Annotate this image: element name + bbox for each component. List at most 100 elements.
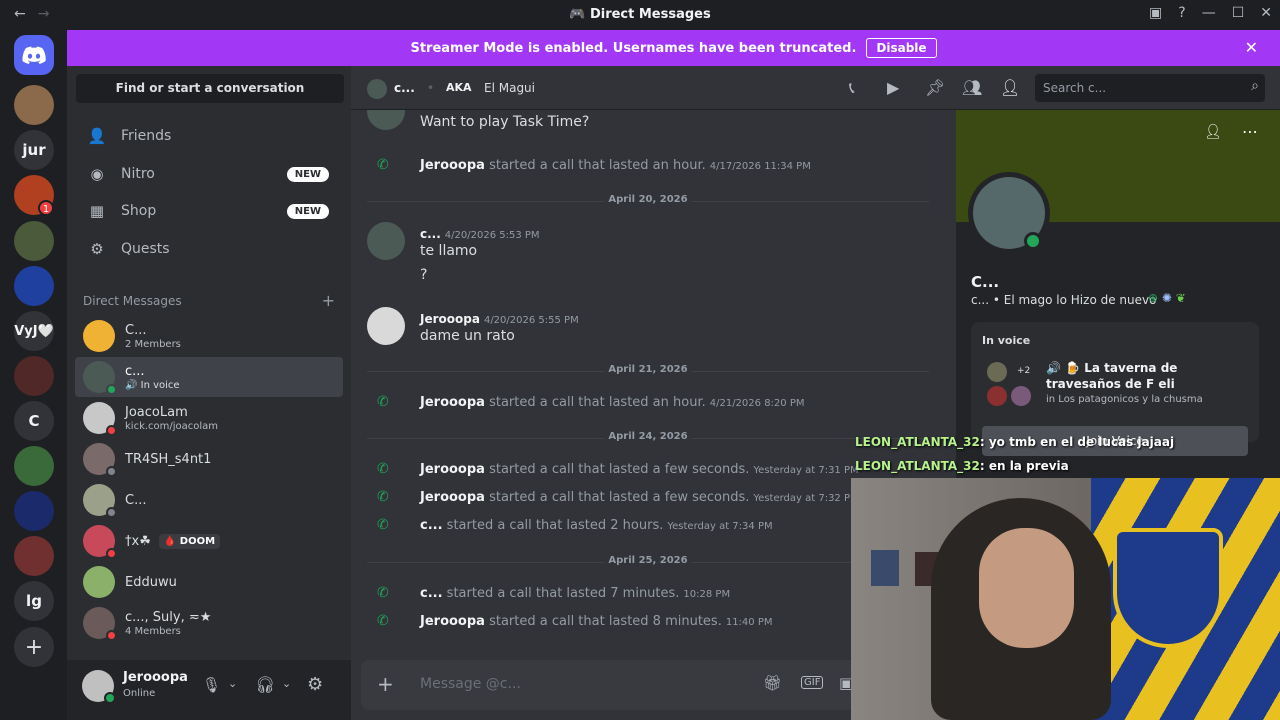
in-voice-label: In voice (982, 334, 1031, 347)
create-dm-icon[interactable]: + (322, 291, 335, 310)
message-text: te llamo (420, 243, 478, 259)
nav-label: Friends (121, 128, 172, 144)
search-placeholder: Search c... (1043, 81, 1107, 95)
disable-streamer-mode-button[interactable]: Disable (866, 38, 937, 58)
add-server-button[interactable]: + (14, 627, 54, 667)
message-avatar[interactable] (367, 307, 405, 345)
search-input[interactable]: Search c... ⌕ (1035, 74, 1265, 102)
status-dot (106, 630, 117, 641)
more-options-icon[interactable]: ⋯ (1242, 122, 1258, 141)
dm-header-label: Direct Messages (83, 294, 182, 308)
voice-call-icon[interactable]: 📞︎ (849, 78, 855, 98)
dm-item-selected[interactable]: c... 🔊 In voice (75, 357, 343, 397)
gift-icon[interactable]: 🎁︎ (763, 674, 782, 692)
chevron-down-icon[interactable]: ⌄ (228, 677, 237, 690)
discord-home-button[interactable] (14, 35, 54, 75)
timestamp: 4/17/2026 11:34 PM (709, 160, 811, 172)
server-icon[interactable]: VyJ🤍 (14, 311, 54, 351)
phone-icon: ✆ (377, 461, 389, 477)
chevron-down-icon[interactable]: ⌄ (282, 677, 291, 690)
call-log: ✆ Jerooopa started a call that lasted an… (351, 391, 956, 413)
shop-icon: ▦ (89, 202, 105, 220)
poster-image (871, 550, 899, 586)
dm-name: JoacoLam (125, 404, 188, 420)
server-icon[interactable] (14, 85, 54, 125)
dm-item[interactable]: Edduwu (75, 562, 343, 602)
header-name: c... (394, 81, 415, 95)
server-icon[interactable] (14, 536, 54, 576)
server-icon[interactable]: lg (14, 581, 54, 621)
date-label: April 21, 2026 (604, 364, 692, 375)
server-icon[interactable] (14, 221, 54, 261)
dm-item[interactable]: JoacoLam kick.com/joacolam (75, 398, 343, 438)
attach-plus-icon[interactable]: + (377, 672, 394, 696)
headphones-icon[interactable]: 🎧︎ (255, 675, 275, 694)
user-avatar[interactable] (82, 670, 116, 704)
badge-count: 1 (42, 204, 50, 215)
overlay-chat-user: LEON_ATLANTA_32 (855, 459, 980, 473)
status-dot (104, 692, 116, 704)
avatar (83, 361, 117, 395)
help-icon[interactable]: ? (1178, 5, 1185, 21)
voice-avatar (987, 362, 1007, 382)
call-text: started a call that lasted 2 hours. (446, 517, 664, 533)
message-placeholder: Message @c... (420, 676, 521, 692)
dm-item[interactable]: c..., Suly, ≂★ 4 Members (75, 603, 343, 643)
dm-name: c... (125, 363, 145, 379)
separator: • (427, 81, 435, 95)
dm-item[interactable]: †x☘ 🩸 DOOM (75, 521, 343, 561)
timestamp: Yesterday at 7:32 PM (753, 492, 859, 504)
aka-name: El Magui (484, 81, 535, 95)
caller: Jerooopa (420, 489, 485, 505)
user-profile-icon[interactable]: 👤︎ (1000, 78, 1020, 97)
maximize-icon[interactable]: ☐ (1232, 5, 1245, 21)
settings-gear-icon[interactable]: ⚙ (307, 674, 323, 695)
server-icon[interactable]: C (14, 401, 54, 441)
user-name: Jerooopa (123, 670, 188, 685)
inbox-icon[interactable]: ▣ (1149, 5, 1162, 21)
server-rail: jur 1 VyJ🤍 C lg + (0, 30, 67, 720)
caller: Jerooopa (420, 157, 485, 173)
new-badge: NEW (286, 166, 329, 182)
video-call-icon[interactable]: ▶ (887, 78, 899, 97)
date-divider: April 21, 2026 (367, 364, 929, 375)
find-conversation-button[interactable]: Find or start a conversation (76, 74, 344, 103)
phone-icon: ✆ (377, 517, 389, 533)
server-icon[interactable] (14, 446, 54, 486)
message-author[interactable]: Jerooopa (420, 312, 480, 326)
pin-icon[interactable]: 📌︎ (925, 78, 945, 97)
server-icon[interactable] (14, 491, 54, 531)
server-icon[interactable]: jur (14, 130, 54, 170)
date-divider: April 24, 2026 (367, 431, 929, 442)
message-author[interactable]: c... (420, 227, 441, 241)
message-text: dame un rato (420, 328, 515, 344)
call-text: started a call that lasted 8 minutes. (489, 613, 722, 629)
dm-item[interactable]: TR4SH_s4nt1 (75, 439, 343, 479)
microphone-icon[interactable]: 🎙︎ (202, 676, 221, 694)
add-friends-icon[interactable]: 👥︎ (962, 78, 982, 97)
status-dot (106, 425, 117, 436)
nav-label: Nitro (121, 166, 155, 182)
dm-item[interactable]: C... (75, 480, 343, 520)
dm-name: c..., Suly, ≂★ (125, 609, 212, 625)
dm-item[interactable]: C... 2 Members (75, 316, 343, 356)
timestamp: 4/21/2026 8:20 PM (709, 397, 805, 409)
server-label: jur (22, 141, 46, 159)
overlay-chat-text: : yo tmb en el de lucas jajaaj (979, 435, 1175, 449)
timestamp: 10:28 PM (683, 588, 731, 600)
minimize-icon[interactable]: — (1202, 5, 1216, 21)
nav-quests[interactable]: ⚙ Quests (75, 231, 343, 267)
nav-nitro[interactable]: ◉ Nitro NEW (75, 156, 343, 192)
message-avatar[interactable] (367, 222, 405, 260)
server-icon[interactable] (14, 356, 54, 396)
avatar (83, 320, 115, 352)
call-log: ✆ Jerooopa started a call that lasted an… (351, 154, 956, 176)
gif-icon[interactable]: GIF (801, 676, 824, 689)
nav-shop[interactable]: ▦ Shop NEW (75, 193, 343, 229)
close-icon[interactable]: ✕ (1245, 38, 1258, 57)
close-window-icon[interactable]: ✕ (1260, 5, 1272, 21)
add-friend-icon[interactable]: 👤︎ (1204, 124, 1222, 140)
server-icon[interactable] (14, 266, 54, 306)
message-text: Want to play Task Time? (420, 114, 590, 130)
nav-friends[interactable]: 👤 Friends (75, 118, 343, 154)
